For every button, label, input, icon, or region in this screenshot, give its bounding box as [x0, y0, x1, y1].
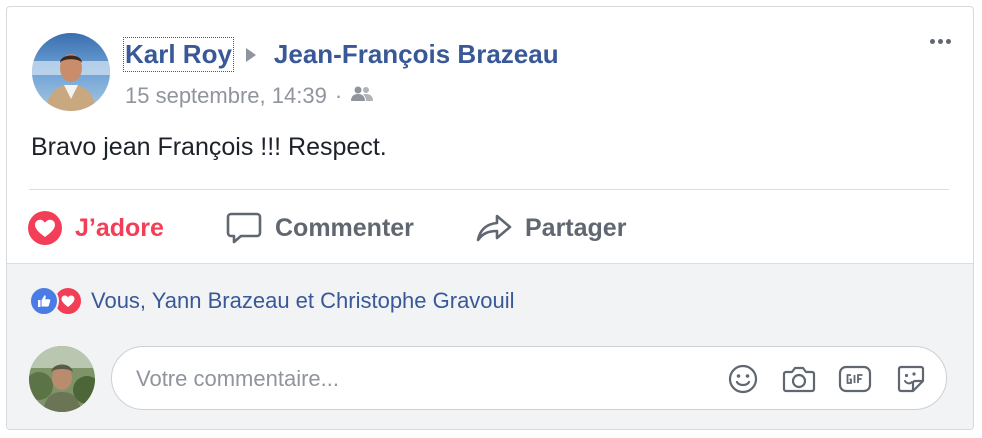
author-avatar[interactable]	[32, 33, 110, 111]
commenter-avatar[interactable]	[29, 346, 95, 412]
emoji-icon[interactable]	[726, 362, 760, 396]
love-icon	[28, 211, 62, 245]
comment-button[interactable]: Commenter	[225, 207, 414, 249]
comment-input[interactable]	[134, 361, 698, 397]
target-name-link[interactable]: Jean-François Brazeau	[274, 39, 559, 70]
post-timestamp[interactable]: 15 septembre, 14:39	[125, 83, 327, 109]
like-icon	[29, 286, 59, 316]
gif-icon[interactable]	[838, 362, 872, 396]
love-label: J’adore	[75, 213, 164, 242]
meta-separator: ·	[334, 83, 343, 108]
comment-label: Commenter	[275, 213, 414, 242]
play-arrow-icon	[245, 47, 256, 62]
share-label: Partager	[525, 213, 627, 242]
share-icon	[476, 214, 512, 242]
comments-area: Vous, Yann Brazeau et Christophe Gravoui…	[7, 263, 973, 429]
author-name-link[interactable]: Karl Roy	[123, 37, 234, 72]
comment-icon	[226, 212, 262, 244]
share-button[interactable]: Partager	[475, 207, 626, 249]
post-text: Bravo jean François !!! Respect.	[31, 133, 387, 161]
divider	[29, 189, 949, 190]
action-bar: J’adore Commenter Partager	[27, 207, 967, 249]
post-meta: 15 septembre, 14:39 ·	[125, 83, 374, 109]
friends-icon[interactable]	[350, 83, 374, 109]
reactions-summary[interactable]: Vous, Yann Brazeau et Christophe Gravoui…	[29, 286, 515, 316]
post-card: Karl Roy Jean-François Brazeau 15 septem…	[6, 6, 974, 430]
more-options-icon[interactable]	[930, 39, 951, 44]
sticker-icon[interactable]	[894, 362, 928, 396]
reactions-names[interactable]: Vous, Yann Brazeau et Christophe Gravoui…	[91, 288, 515, 314]
love-button[interactable]: J’adore	[27, 207, 164, 249]
post-header-names: Karl Roy Jean-François Brazeau	[123, 37, 559, 72]
comment-box	[111, 346, 947, 410]
camera-icon[interactable]	[782, 362, 816, 396]
